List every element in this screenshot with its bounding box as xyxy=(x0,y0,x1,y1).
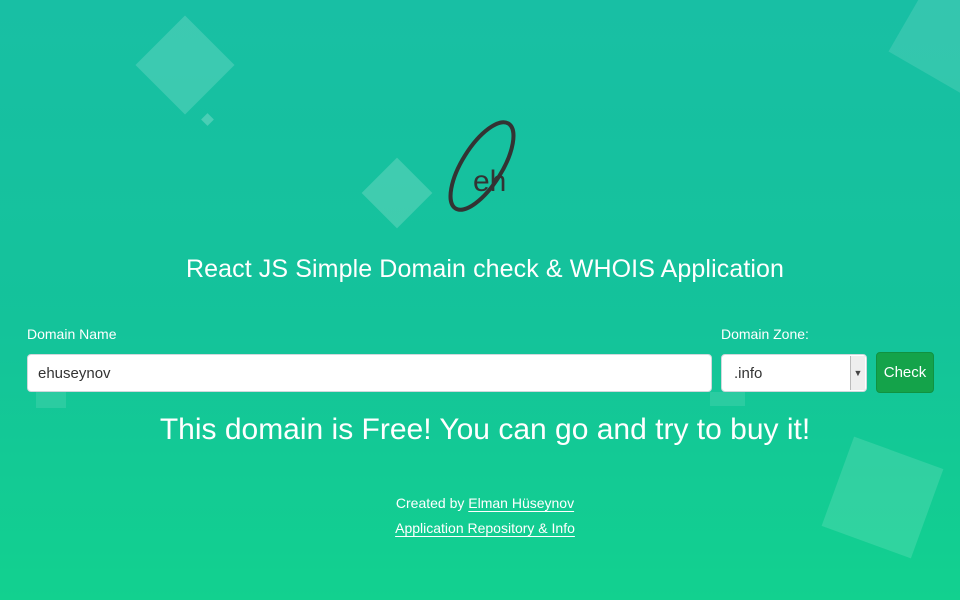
repo-link[interactable]: Application Repository & Info xyxy=(395,520,575,536)
author-link[interactable]: Elman Hüseynov xyxy=(468,495,574,511)
logo-text: eh xyxy=(473,165,506,198)
chevron-down-icon[interactable]: ▼ xyxy=(850,356,865,390)
check-button[interactable]: Check xyxy=(876,352,934,393)
decor-rect-mid xyxy=(710,392,745,406)
decor-diamond-large xyxy=(135,15,235,115)
domain-zone-label: Domain Zone: xyxy=(721,326,809,342)
result-message: This domain is Free! You can go and try … xyxy=(159,413,811,446)
domain-zone-select[interactable]: .info ▼ xyxy=(721,354,867,392)
decor-diamond-small xyxy=(201,113,214,126)
decor-diamond-center xyxy=(361,157,433,229)
decor-rect-left xyxy=(36,392,66,408)
domain-name-label: Domain Name xyxy=(27,326,117,342)
decor-square-top-right xyxy=(888,0,960,97)
logo: eh xyxy=(440,118,535,218)
domain-name-input[interactable] xyxy=(27,354,712,392)
footer-repo: Application Repository & Info xyxy=(0,520,960,536)
domain-zone-value: .info xyxy=(734,365,763,382)
created-by-text: Created by xyxy=(395,495,465,511)
footer-credit: Created by Elman Hüseynov xyxy=(0,495,960,511)
app-title: React JS Simple Domain check & WHOIS App… xyxy=(185,255,785,283)
